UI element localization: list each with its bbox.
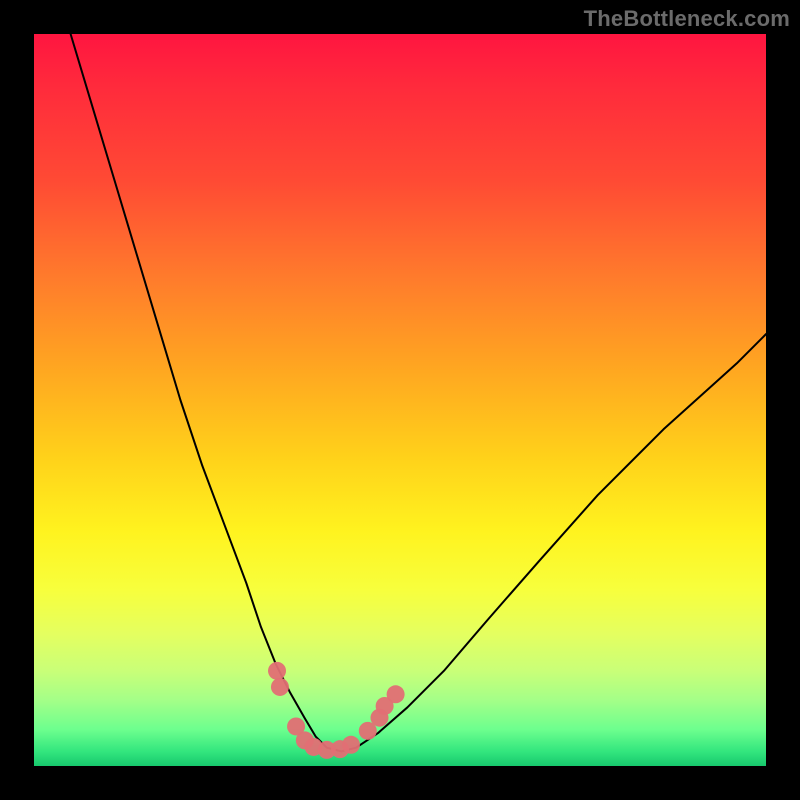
marker-cluster <box>268 662 405 759</box>
chart-frame: TheBottleneck.com <box>0 0 800 800</box>
marker-dot <box>268 662 286 680</box>
marker-dot <box>342 736 360 754</box>
watermark-text: TheBottleneck.com <box>584 6 790 32</box>
bottleneck-curve <box>71 34 766 751</box>
marker-dot <box>387 685 405 703</box>
plot-area <box>34 34 766 766</box>
curve-svg <box>34 34 766 766</box>
curve-path <box>71 34 766 751</box>
marker-dot <box>271 678 289 696</box>
